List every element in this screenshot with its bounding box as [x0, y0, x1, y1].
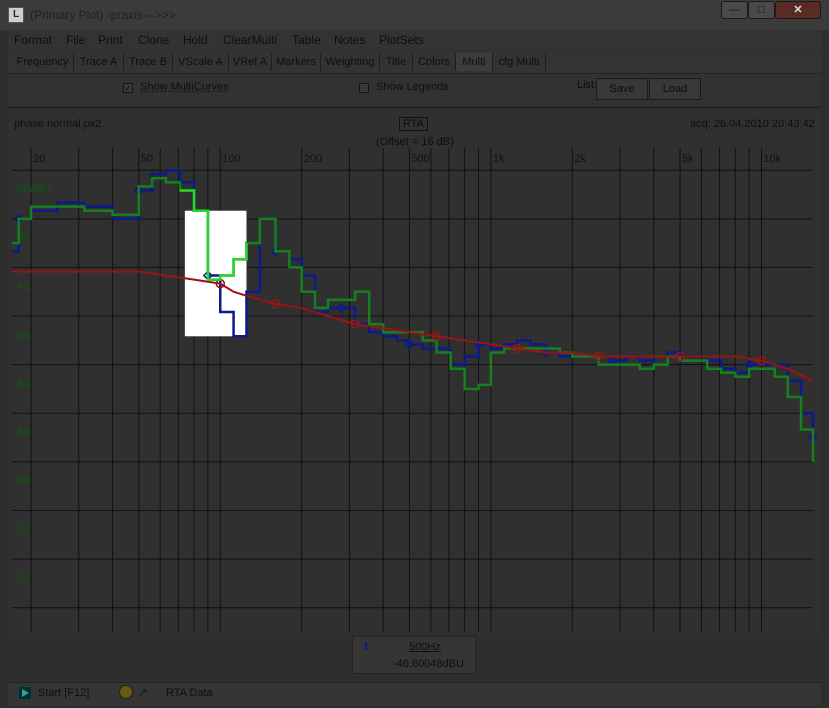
x-tick-label: 200 — [304, 153, 322, 165]
tab-trace-b[interactable]: Trace B — [124, 53, 173, 71]
tab-trace-a[interactable]: Trace A — [74, 53, 124, 71]
x-tick-label: 5k — [682, 153, 694, 165]
y-tick-label: -54 — [14, 378, 30, 390]
cursor-readout: 1 500Hz -46.60048dBU — [352, 636, 476, 674]
title-bar[interactable]: L (Primary Plot) -praxis--->>> — □ ✕ — [0, 0, 829, 30]
x-tick-label: 50 — [141, 153, 153, 165]
x-tick-label: 2k — [574, 153, 586, 165]
start-button[interactable]: Start [F12] — [38, 687, 89, 699]
show-legends-label[interactable]: Show Legends — [376, 81, 449, 93]
menu-hold[interactable]: Hold — [183, 33, 208, 47]
tab-vref-a[interactable]: VRef A — [229, 53, 272, 71]
tab-markers[interactable]: Markers — [272, 53, 321, 71]
menu-format[interactable]: Format — [14, 33, 52, 47]
list-label: List: — [577, 79, 598, 91]
save-button[interactable]: Save — [596, 78, 648, 100]
y-tick-label: -78 — [14, 572, 30, 584]
load-button[interactable]: Load — [649, 78, 701, 100]
probe-icon[interactable]: ➚ — [138, 685, 154, 699]
rta-plot[interactable]: 20 50 100 200 500 1k 2k 5k 10k-30dBU-36-42-48-54… — [8, 108, 821, 634]
tab-title[interactable]: Title — [380, 53, 413, 71]
tab-bar: Frequency Trace A Trace B VScale A VRef … — [8, 51, 821, 74]
y-tick-label: -48 — [14, 329, 30, 341]
y-tick-label: -60 — [14, 427, 30, 439]
tab-weighting[interactable]: Weighting — [321, 53, 380, 71]
tab-cfg-multi[interactable]: cfg Multi — [493, 53, 546, 71]
start-icon[interactable] — [18, 686, 32, 700]
y-tick-label: -30dBU — [14, 184, 51, 196]
readout-frequency: 500Hz — [409, 641, 441, 653]
x-tick-label: 10k — [763, 153, 781, 165]
menu-notes[interactable]: Notes — [334, 33, 365, 47]
menu-bar: Format File Print Clone Hold ClearMulti … — [8, 30, 821, 50]
menu-clearmulti[interactable]: ClearMulti — [223, 33, 277, 47]
status-bar: Start [F12] ➚ RTA Data — [8, 682, 821, 705]
menu-file[interactable]: File — [66, 33, 85, 47]
tab-colors[interactable]: Colors — [413, 53, 456, 71]
close-button[interactable]: ✕ — [775, 1, 821, 19]
tab-vscale-a[interactable]: VScale A — [173, 53, 229, 71]
y-tick-label: -66 — [14, 475, 30, 487]
x-tick-label: 100 — [222, 153, 240, 165]
series-line-green — [12, 177, 815, 462]
show-legends-checkbox[interactable] — [359, 83, 369, 93]
menu-plotsets[interactable]: PlotSets — [379, 33, 424, 47]
show-multicurves-checkbox[interactable]: ✓ — [123, 83, 133, 93]
clock-icon[interactable] — [119, 685, 133, 699]
show-multicurves-label[interactable]: Show MultiCurves — [140, 81, 229, 93]
menu-clone[interactable]: Clone — [138, 33, 169, 47]
x-tick-label: 500 — [411, 153, 429, 165]
maximize-button[interactable]: □ — [748, 1, 775, 19]
plot-panel[interactable]: phase normal.px2 RTA (Offset = 16 dB) ac… — [8, 107, 821, 634]
selection-highlight — [184, 210, 247, 337]
tab-multi[interactable]: Multi — [456, 53, 493, 71]
x-tick-label: 20 — [33, 153, 45, 165]
y-tick-label: -72 — [14, 524, 30, 536]
app-icon: L — [8, 7, 24, 23]
x-tick-label: 1k — [493, 153, 505, 165]
multi-controls: ✓ Show MultiCurves Show Legends List: Sa… — [8, 74, 821, 106]
menu-table[interactable]: Table — [292, 33, 321, 47]
tab-frequency[interactable]: Frequency — [12, 53, 74, 71]
menu-print[interactable]: Print — [98, 33, 123, 47]
readout-channel: 1 — [363, 641, 370, 653]
y-tick-label: -42 — [14, 281, 30, 293]
status-mode: RTA Data — [166, 687, 213, 699]
series-line-blue — [12, 168, 815, 438]
readout-value: -46.60048dBU — [393, 658, 464, 670]
window-title: (Primary Plot) -praxis--->>> — [30, 8, 176, 22]
minimize-button[interactable]: — — [721, 1, 748, 19]
